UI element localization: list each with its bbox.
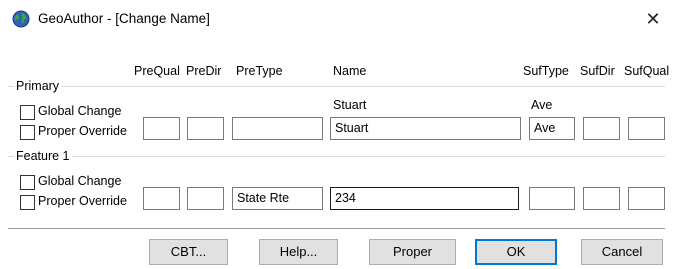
proper-button[interactable]: Proper bbox=[369, 239, 456, 265]
feature1-sufdir-input[interactable] bbox=[583, 187, 620, 210]
primary-global-change-checkbox[interactable] bbox=[20, 105, 35, 120]
cancel-button[interactable]: Cancel bbox=[581, 239, 663, 265]
col-header-sufqual: SufQual bbox=[624, 64, 670, 78]
primary-group-divider bbox=[8, 86, 665, 87]
feature1-proper-override-checkbox[interactable] bbox=[20, 195, 35, 210]
globe-icon bbox=[12, 10, 30, 28]
primary-group-header: Primary bbox=[8, 79, 665, 93]
feature1-prequal-input[interactable] bbox=[143, 187, 180, 210]
feature1-name-input[interactable]: 234 bbox=[330, 187, 519, 210]
primary-prequal-input[interactable] bbox=[143, 117, 180, 140]
feature1-sufqual-input[interactable] bbox=[628, 187, 665, 210]
primary-original-suftype: Ave bbox=[531, 98, 553, 112]
primary-group-label: Primary bbox=[14, 79, 62, 93]
feature1-pretype-input[interactable]: State Rte bbox=[232, 187, 323, 210]
feature1-global-change-checkbox[interactable] bbox=[20, 175, 35, 190]
primary-name-input[interactable]: Stuart bbox=[330, 117, 521, 140]
feature1-group-header: Feature 1 bbox=[8, 149, 665, 163]
close-icon: ✕ bbox=[645, 9, 661, 29]
primary-pretype-input[interactable] bbox=[232, 117, 323, 140]
close-button[interactable]: ✕ bbox=[633, 0, 673, 38]
col-header-sufdir: SufDir bbox=[580, 64, 615, 78]
help-button[interactable]: Help... bbox=[259, 239, 338, 265]
col-header-prequal: PreQual bbox=[134, 64, 180, 78]
feature1-global-change-label: Global Change bbox=[38, 174, 122, 188]
primary-global-change-label: Global Change bbox=[38, 104, 122, 118]
title-bar: GeoAuthor - [Change Name] ✕ bbox=[0, 0, 673, 38]
primary-sufdir-input[interactable] bbox=[583, 117, 620, 140]
primary-proper-override-checkbox[interactable] bbox=[20, 125, 35, 140]
primary-suftype-input[interactable]: Ave bbox=[529, 117, 575, 140]
ok-button[interactable]: OK bbox=[475, 239, 557, 265]
feature1-predir-input[interactable] bbox=[187, 187, 224, 210]
primary-proper-override-label: Proper Override bbox=[38, 124, 127, 138]
feature1-suftype-input[interactable] bbox=[529, 187, 575, 210]
primary-predir-input[interactable] bbox=[187, 117, 224, 140]
window-title: GeoAuthor - [Change Name] bbox=[38, 11, 210, 26]
feature1-proper-override-label: Proper Override bbox=[38, 194, 127, 208]
feature1-group-divider bbox=[8, 156, 665, 157]
col-header-name: Name bbox=[333, 64, 367, 78]
primary-original-name: Stuart bbox=[333, 98, 367, 112]
col-header-suftype: SufType bbox=[523, 64, 569, 78]
primary-sufqual-input[interactable] bbox=[628, 117, 665, 140]
feature1-group-label: Feature 1 bbox=[14, 149, 72, 163]
col-header-predir: PreDir bbox=[186, 64, 222, 78]
button-bar-separator bbox=[8, 228, 665, 229]
col-header-pretype: PreType bbox=[236, 64, 283, 78]
cbt-button[interactable]: CBT... bbox=[149, 239, 228, 265]
